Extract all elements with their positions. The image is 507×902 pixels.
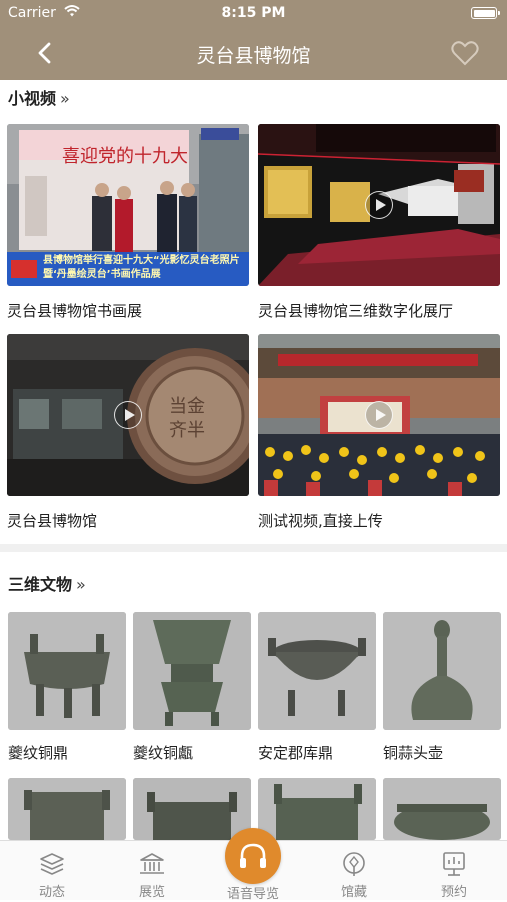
- artifacts-title-text: 三维文物: [8, 575, 73, 594]
- artifact-card-8[interactable]: [383, 778, 501, 840]
- nav-bar: 灵台县博物馆: [0, 28, 507, 80]
- tab-reservation[interactable]: 预约: [414, 841, 494, 901]
- video-card-1[interactable]: 喜迎党的十九大 县博物馆举行喜迎十九大“光影忆灵台老照片暨‘丹墨绘灵台’书画作品…: [7, 124, 249, 321]
- svg-text:齐半: 齐半: [169, 420, 205, 441]
- videos-title-text: 小视频: [8, 89, 57, 108]
- tab-collection[interactable]: 馆藏: [314, 841, 394, 901]
- video-thumbnail: 喜迎党的十九大 县博物馆举行喜迎十九大“光影忆灵台老照片暨‘丹墨绘灵台’书画作品…: [7, 124, 249, 286]
- artifact-image: [258, 612, 376, 730]
- tab-label: 馆藏: [340, 885, 367, 900]
- section-divider: [0, 544, 507, 552]
- video-caption: 灵台县博物馆: [7, 512, 98, 530]
- status-time: 8:15 PM: [221, 5, 286, 21]
- video-card-3[interactable]: 当金 齐半 灵台县博物馆: [7, 334, 249, 531]
- artifact-image: [258, 778, 376, 840]
- video-caption: 测试视频,直接上传: [258, 512, 383, 530]
- svg-text:喜迎党的十九大: 喜迎党的十九大: [62, 146, 188, 167]
- play-icon: [365, 191, 393, 219]
- reservation-icon: [443, 852, 465, 876]
- artifact-card-7[interactable]: [258, 778, 376, 840]
- video-thumbnail: [258, 334, 500, 496]
- videos-section-title[interactable]: 小视频»: [8, 85, 70, 109]
- tab-news[interactable]: 动态: [12, 841, 92, 901]
- tab-label: 展览: [138, 885, 165, 900]
- video-card-4[interactable]: 测试视频,直接上传: [258, 334, 500, 531]
- top-bar: Carrier 8:15 PM 灵台县博物馆: [0, 0, 507, 80]
- video-thumbnail: 当金 齐半: [7, 334, 249, 496]
- tab-label: 预约: [440, 885, 467, 900]
- artifact-card-6[interactable]: [133, 778, 251, 840]
- artifact-image: [133, 778, 251, 840]
- tab-label: 动态: [38, 885, 65, 900]
- chevron-right-icon: »: [76, 575, 86, 594]
- artifact-caption: 铜蒜头壶: [383, 744, 444, 762]
- museum-icon: [140, 853, 164, 874]
- audio-guide-button[interactable]: [225, 828, 281, 884]
- video-overlay-text: 县博物馆举行喜迎十九大“光影忆灵台老照片暨‘丹墨绘灵台’书画作品展: [43, 255, 240, 280]
- svg-text:当金: 当金: [169, 396, 205, 417]
- artifact-card-5[interactable]: [8, 778, 126, 840]
- video-thumbnail: [258, 124, 500, 286]
- video-card-2[interactable]: 灵台县博物馆三维数字化展厅: [258, 124, 500, 321]
- headphones-icon: [240, 843, 266, 868]
- artifact-image: [383, 612, 501, 730]
- tab-audio-guide-label[interactable]: 语音导览: [213, 883, 293, 902]
- artifact-caption: 夔纹铜鼎: [8, 744, 69, 762]
- artifact-card-1[interactable]: 夔纹铜鼎: [8, 612, 126, 763]
- page-title: 灵台县博物馆: [196, 45, 311, 67]
- play-icon: [114, 401, 142, 429]
- heart-icon[interactable]: [451, 40, 479, 66]
- tab-exhibitions[interactable]: 展览: [112, 841, 192, 901]
- layers-icon: [40, 853, 64, 875]
- artifact-image: [8, 612, 126, 730]
- artifact-image: [133, 612, 251, 730]
- status-bar: Carrier 8:15 PM: [0, 0, 507, 28]
- artifact-caption: 夔纹铜甗: [133, 744, 194, 762]
- artifact-card-3[interactable]: 安定郡库鼎: [258, 612, 376, 763]
- artifact-card-4[interactable]: 铜蒜头壶: [383, 612, 501, 763]
- artifact-card-2[interactable]: 夔纹铜甗: [133, 612, 251, 763]
- artifact-image: [383, 778, 501, 840]
- video-caption: 灵台县博物馆书画展: [7, 302, 143, 320]
- chevron-right-icon: »: [60, 89, 70, 108]
- play-icon: [365, 401, 393, 429]
- battery-icon: [471, 7, 500, 19]
- artifacts-section-title[interactable]: 三维文物»: [8, 571, 86, 595]
- video-caption: 灵台县博物馆三维数字化展厅: [258, 302, 454, 320]
- artifact-caption: 安定郡库鼎: [258, 744, 334, 762]
- collection-icon: [343, 852, 365, 876]
- artifact-image: [8, 778, 126, 840]
